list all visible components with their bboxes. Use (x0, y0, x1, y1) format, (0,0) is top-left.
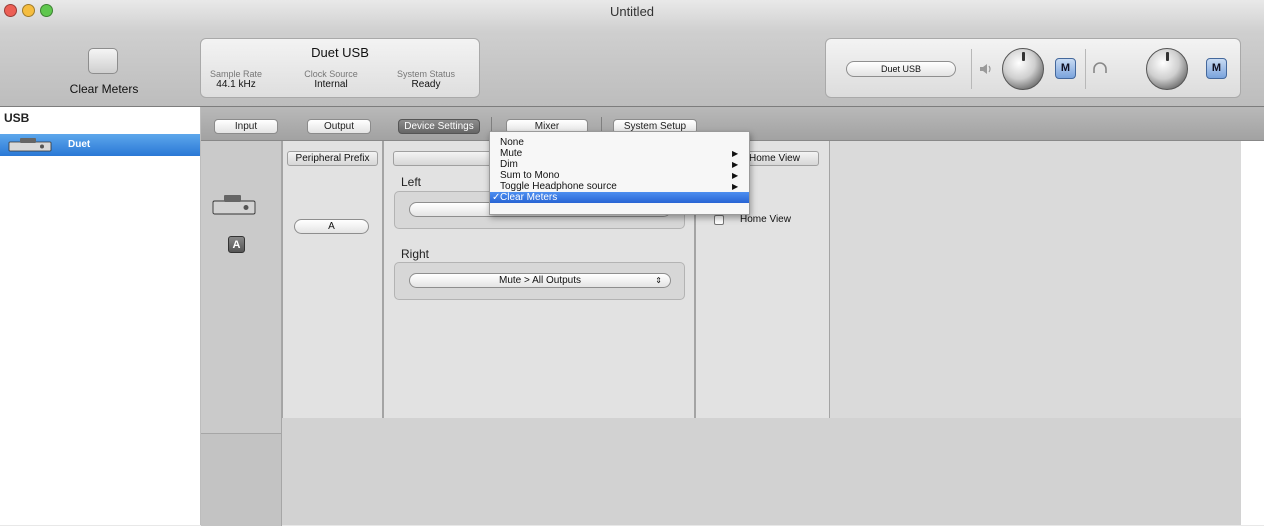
right-assignment-value: Mute > All Outputs (499, 275, 581, 286)
sidebar-heading: USB (4, 111, 30, 125)
headphone-volume-knob[interactable] (1146, 48, 1188, 90)
system-status-label: System Status (396, 69, 456, 79)
lock-home-view-checkbox[interactable] (714, 215, 724, 225)
clock-source-value: Internal (314, 79, 348, 90)
window-title: Untitled (609, 4, 655, 19)
system-status-value: Ready (411, 79, 441, 90)
device-name: Duet USB (311, 45, 369, 60)
device-prefix-badge: A (228, 236, 245, 253)
peripheral-prefix-column: Peripheral Prefix A (282, 141, 383, 418)
sidebar-item-duet[interactable]: Duet (0, 134, 200, 156)
clear-meters-label: Clear Meters (69, 82, 139, 96)
submenu-arrow-icon: ▶ (732, 149, 739, 158)
left-label: Left (401, 175, 422, 189)
speaker-mute-button[interactable]: M (1055, 58, 1076, 79)
tab-input[interactable]: Input (214, 119, 278, 134)
clock-source-label: Clock Source (304, 69, 358, 79)
submenu-arrow-icon: ▶ (732, 160, 739, 169)
menu-item-toggle-headphone-source[interactable]: Toggle Headphone source ▶ (490, 181, 749, 192)
right-assignment-select[interactable]: Mute > All Outputs ⇕ (409, 273, 671, 288)
speaker-icon (980, 64, 991, 74)
headphone-icon (1093, 62, 1107, 73)
right-group-box: Mute > All Outputs ⇕ (394, 262, 685, 300)
right-label: Right (401, 247, 430, 261)
device-column: A (201, 141, 282, 433)
divider (971, 49, 972, 89)
device-sidebar: USB Duet (0, 107, 201, 525)
window-toolbar: Untitled Clear Meters Duet USB Sample Ra… (0, 0, 1264, 107)
monitor-volume-knob[interactable] (1002, 48, 1044, 90)
tab-device-settings[interactable]: Device Settings (398, 119, 480, 134)
sample-rate-label: Sample Rate (209, 69, 263, 79)
clear-meters-button[interactable] (88, 48, 118, 74)
home-view-heading-text: Home View (749, 153, 800, 164)
monitor-panel: Duet USB M M (825, 38, 1241, 98)
menu-item-none[interactable]: None (490, 137, 749, 148)
peripheral-prefix-button[interactable]: A (294, 219, 369, 234)
right-margin (1241, 141, 1264, 525)
lower-empty-area (282, 418, 1241, 525)
menu-item-sum-to-mono[interactable]: Sum to Mono ▶ (490, 170, 749, 181)
duet-device-icon (212, 195, 256, 215)
menu-item-dim[interactable]: Dim ▶ (490, 159, 749, 170)
menu-item-clear-meters[interactable]: ✓ Clear Meters (490, 192, 749, 203)
duet-device-icon (8, 138, 52, 152)
assignment-dropdown-menu: None Mute ▶ Dim ▶ Sum to Mono ▶ Toggle H… (489, 131, 750, 215)
lock-home-view-label: Home View (740, 214, 791, 225)
tab-output[interactable]: Output (307, 119, 371, 134)
stepper-arrows-icon: ⇕ (655, 276, 662, 285)
headphone-mute-button[interactable]: M (1206, 58, 1227, 79)
monitor-device-button[interactable]: Duet USB (846, 61, 956, 77)
sample-rate-value: 44.1 kHz (216, 79, 256, 90)
sidebar-item-label: Duet (68, 139, 91, 150)
submenu-arrow-icon: ▶ (732, 182, 739, 191)
device-column-lower (201, 433, 282, 526)
divider (1085, 49, 1086, 89)
menu-item-mute[interactable]: Mute ▶ (490, 148, 749, 159)
device-status-panel: Duet USB Sample Rate 44.1 kHz Clock Sour… (200, 38, 480, 98)
submenu-arrow-icon: ▶ (732, 171, 739, 180)
peripheral-prefix-heading: Peripheral Prefix (287, 151, 378, 166)
